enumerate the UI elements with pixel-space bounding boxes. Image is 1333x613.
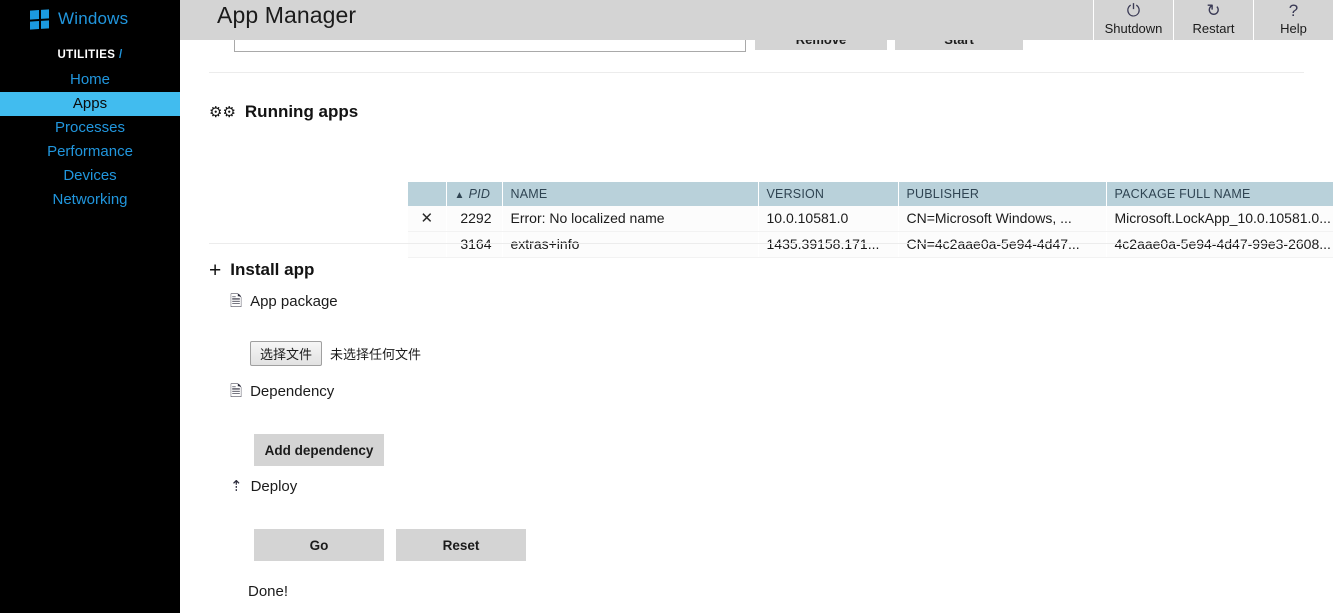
column-header-close[interactable]	[408, 182, 447, 206]
restart-icon: ↻	[1206, 3, 1221, 20]
app-package-label-text: App package	[250, 293, 338, 310]
choose-file-button[interactable]: 选择文件	[250, 341, 323, 366]
help-icon: ?	[1288, 3, 1299, 20]
page-title: App Manager	[217, 2, 357, 28]
gears-icon: ⚙⚙	[209, 104, 236, 121]
column-header-version[interactable]: VERSION	[758, 182, 899, 206]
file-icon: 🗎	[230, 382, 243, 400]
sidebar-section-slash: /	[118, 49, 123, 61]
table-row: ✕ 2292 Error: No localized name 10.0.105…	[408, 206, 1333, 232]
sidebar-section-text: UTILITIES	[57, 49, 116, 61]
column-header-pid-label: PID	[468, 187, 491, 201]
row-close-cell: ✕	[408, 206, 447, 232]
dependency-label-text: Dependency	[250, 383, 335, 400]
go-button[interactable]: Go	[254, 529, 384, 561]
plus-icon: +	[209, 259, 222, 282]
main-content: Remove Start ⚙⚙ Running apps	[180, 40, 1333, 613]
app-package-label: 🗎 App package	[230, 293, 338, 310]
deploy-label-text: Deploy	[250, 478, 298, 495]
sidebar-item-devices[interactable]: Devices	[0, 164, 180, 188]
shutdown-label: Shutdown	[1104, 21, 1163, 36]
running-apps-table-wrap: ▲ PID NAME VERSION PUBLISHER PACKAGE FULL…	[408, 182, 1333, 258]
running-apps-heading-label: Running apps	[244, 102, 359, 121]
close-icon[interactable]: ✕	[420, 209, 433, 229]
shutdown-button[interactable]: ⏻ Shutdown	[1093, 0, 1173, 40]
sidebar-item-processes[interactable]: Processes	[0, 116, 180, 140]
row-name: Error: No localized name	[502, 206, 759, 232]
row-version: 1435.39158.171...	[758, 231, 899, 258]
chosen-file-name: 未选择任何文件	[330, 347, 422, 362]
brand: Windows	[0, 0, 180, 33]
column-header-name[interactable]: NAME	[502, 182, 759, 206]
header-actions: ⏻ Shutdown ↻ Restart ? Help	[1093, 0, 1333, 40]
sidebar-item-performance[interactable]: Performance	[0, 140, 180, 164]
restart-label: Restart	[1192, 21, 1235, 36]
deploy-status: Done!	[248, 583, 289, 600]
file-icon: 🗎	[230, 292, 243, 310]
row-pid: 2292	[446, 206, 503, 232]
sidebar-section-label: UTILITIES /	[0, 49, 180, 61]
restart-button[interactable]: ↻ Restart	[1173, 0, 1253, 40]
running-apps-table: ▲ PID NAME VERSION PUBLISHER PACKAGE FULL…	[408, 182, 1333, 258]
row-close-cell	[408, 231, 447, 258]
sort-ascending-icon: ▲	[454, 190, 465, 201]
brand-label: Windows	[58, 9, 129, 28]
reset-button[interactable]: Reset	[396, 529, 526, 561]
header-bar: App Manager ⏻ Shutdown ↻ Restart ? Help	[180, 0, 1333, 40]
column-header-package[interactable]: PACKAGE FULL NAME	[1106, 182, 1333, 206]
sidebar: Windows UTILITIES / Home Apps Processes …	[0, 0, 180, 613]
start-button[interactable]: Start	[895, 40, 1023, 50]
sidebar-item-networking[interactable]: Networking	[0, 188, 180, 212]
install-app-heading: + Install app	[209, 259, 315, 282]
running-apps-heading: ⚙⚙ Running apps	[209, 102, 358, 122]
row-package: Microsoft.LockApp_10.0.10581.0...	[1106, 206, 1333, 232]
sidebar-nav: Home Apps Processes Performance Devices …	[0, 68, 180, 212]
app-action-form: Remove Start	[180, 40, 1333, 80]
row-version: 10.0.10581.0	[758, 206, 899, 232]
sidebar-item-apps[interactable]: Apps	[0, 92, 180, 116]
help-button[interactable]: ? Help	[1253, 0, 1333, 40]
divider-top	[209, 72, 1304, 73]
divider-install	[209, 243, 1304, 244]
dependency-label: 🗎 Dependency	[230, 383, 334, 400]
install-app-heading-label: Install app	[230, 260, 315, 279]
add-dependency-button[interactable]: Add dependency	[254, 434, 384, 466]
row-pid: 3164	[446, 231, 503, 258]
app-name-input[interactable]	[234, 40, 746, 52]
windows-logo-icon	[30, 8, 49, 30]
app-manager-page: Windows UTILITIES / Home Apps Processes …	[0, 0, 1333, 613]
row-name: extras+info	[502, 231, 759, 258]
row-publisher: CN=4c2aae0a-5e94-4d47...	[898, 231, 1107, 258]
deploy-label: ⇡ Deploy	[230, 478, 297, 495]
power-icon: ⏻	[1126, 3, 1141, 20]
table-header-row: ▲ PID NAME VERSION PUBLISHER PACKAGE FULL…	[408, 182, 1333, 206]
sidebar-item-home[interactable]: Home	[0, 68, 180, 92]
table-row: 3164 extras+info 1435.39158.171... CN=4c…	[408, 231, 1333, 258]
app-package-file-input[interactable]: 选择文件 未选择任何文件	[250, 341, 421, 366]
row-package: 4c2aae0a-5e94-4d47-99e3-2608...	[1106, 231, 1333, 258]
column-header-pid[interactable]: ▲ PID	[446, 182, 503, 206]
column-header-publisher[interactable]: PUBLISHER	[898, 182, 1107, 206]
upload-icon: ⇡	[230, 477, 243, 495]
help-label: Help	[1280, 21, 1307, 36]
row-publisher: CN=Microsoft Windows, ...	[898, 206, 1107, 232]
remove-button[interactable]: Remove	[755, 40, 887, 50]
